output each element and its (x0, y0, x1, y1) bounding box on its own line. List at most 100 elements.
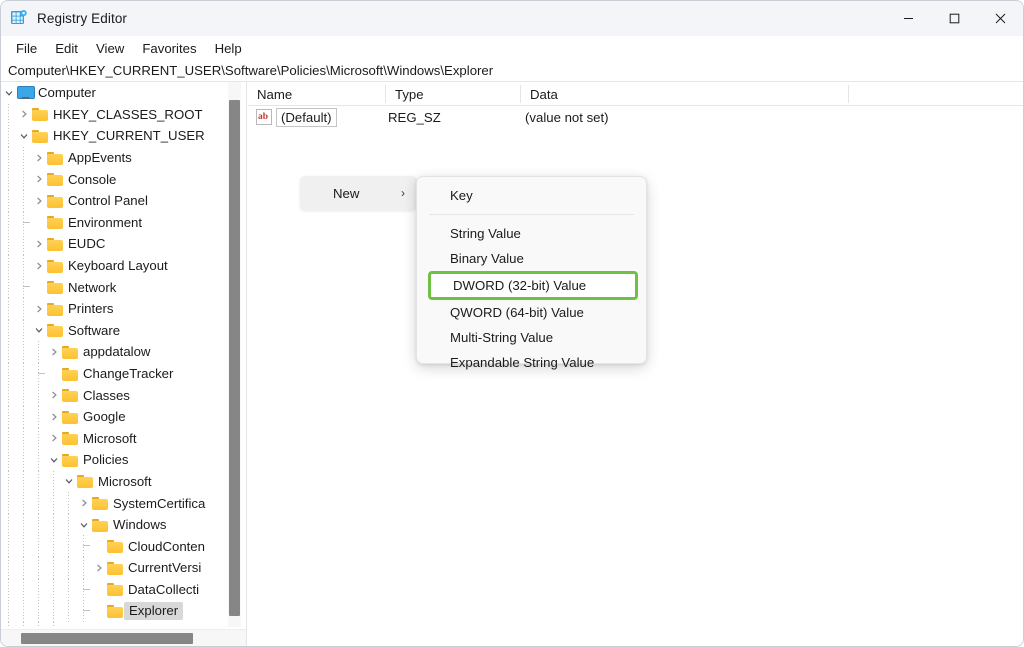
tree-item-network[interactable]: Network (1, 276, 229, 298)
column-header-type[interactable]: Type (386, 82, 424, 106)
tree-indent-guide (1, 147, 16, 169)
tree-horizontal-scroll-thumb[interactable] (21, 633, 193, 644)
menu-item-key[interactable]: Key (417, 183, 646, 208)
chevron-right-icon[interactable] (31, 301, 46, 316)
tree-item-windows[interactable]: Windows (1, 514, 229, 536)
folder-icon (62, 410, 79, 424)
chevron-right-icon[interactable] (31, 150, 46, 165)
menu-item-string-value[interactable]: String Value (417, 221, 646, 246)
tree-item-software[interactable]: Software (1, 320, 229, 342)
tree-indent-guide (61, 600, 76, 622)
chevron-right-icon[interactable] (31, 172, 46, 187)
tree-item-label: Console (64, 172, 116, 187)
window-title: Registry Editor (37, 11, 127, 26)
folder-icon (77, 626, 94, 627)
folder-icon (47, 259, 64, 273)
tree-item-label: CurrentVersi (124, 560, 201, 575)
menu-view[interactable]: View (87, 38, 133, 59)
chevron-down-icon[interactable] (61, 474, 76, 489)
tree-item-explorer[interactable]: Explorer (1, 600, 229, 622)
tree-indent-guide (61, 535, 76, 557)
folder-icon (32, 129, 49, 143)
tree-item-classes[interactable]: Classes (1, 384, 229, 406)
tree-vertical-scrollbar[interactable] (228, 82, 241, 627)
folder-icon (47, 172, 64, 186)
tree-indent-guide (31, 471, 46, 493)
tree-item-cloudconten[interactable]: CloudConten (1, 535, 229, 557)
tree-vertical-scroll-thumb[interactable] (229, 100, 240, 616)
new-value-submenu: Key String ValueBinary ValueDWORD (32-bit… (416, 176, 647, 364)
minimize-button[interactable] (885, 1, 931, 36)
tree-item-keyboard-layout[interactable]: Keyboard Layout (1, 255, 229, 277)
chevron-right-icon[interactable] (31, 236, 46, 251)
chevron-down-icon[interactable] (16, 128, 31, 143)
column-divider[interactable] (520, 85, 521, 103)
chevron-right-icon[interactable] (91, 560, 106, 575)
tree-item-environment[interactable]: Environment (1, 212, 229, 234)
tree-indent-guide (31, 600, 46, 622)
address-bar[interactable]: Computer\HKEY_CURRENT_USER\Software\Poli… (1, 60, 1023, 82)
menu-help[interactable]: Help (206, 38, 251, 59)
chevron-down-icon[interactable] (76, 517, 91, 532)
tree-item-eudc[interactable]: EUDC (1, 233, 229, 255)
chevron-right-icon[interactable] (16, 107, 31, 122)
menu-edit[interactable]: Edit (46, 38, 87, 59)
tree-indent-guide (16, 622, 31, 627)
menu-item-expandable-string-value[interactable]: Expandable String Value (417, 350, 646, 375)
column-header-data[interactable]: Data (521, 82, 558, 106)
tree-item-console[interactable]: Console (1, 168, 229, 190)
column-header-name[interactable]: Name (248, 82, 292, 106)
tree-horizontal-scrollbar[interactable] (1, 629, 247, 646)
context-menu-new-item[interactable]: New › (300, 176, 417, 210)
tree-item-hkey-current-user[interactable]: HKEY_CURRENT_USER (1, 125, 229, 147)
context-menu-new-label: New (333, 186, 359, 201)
tree-item-power[interactable]: Power (1, 622, 229, 627)
chevron-right-icon[interactable] (61, 625, 76, 627)
chevron-right-icon[interactable] (46, 431, 61, 446)
tree-item-appevents[interactable]: AppEvents (1, 147, 229, 169)
column-divider[interactable] (385, 85, 386, 103)
menu-file[interactable]: File (7, 38, 46, 59)
tree-item-google[interactable]: Google (1, 406, 229, 428)
chevron-down-icon[interactable] (31, 323, 46, 338)
chevron-right-icon[interactable] (31, 193, 46, 208)
menu-item-dword-32-bit-value[interactable]: DWORD (32-bit) Value (428, 271, 638, 300)
chevron-right-icon[interactable] (46, 388, 61, 403)
folder-icon (47, 323, 64, 337)
tree-item-currentversi[interactable]: CurrentVersi (1, 557, 229, 579)
chevron-right-icon[interactable] (76, 496, 91, 511)
chevron-down-icon[interactable] (46, 452, 61, 467)
tree-indent-guide (61, 579, 76, 601)
maximize-button[interactable] (931, 1, 977, 36)
chevron-right-icon[interactable] (46, 409, 61, 424)
tree-indent-guide (1, 471, 16, 493)
menu-favorites[interactable]: Favorites (133, 38, 205, 59)
tree-indent-guide (16, 579, 31, 601)
table-row[interactable]: ab (Default) REG_SZ (value not set) (248, 106, 1023, 128)
chevron-down-icon[interactable] (1, 85, 16, 100)
folder-icon (107, 561, 124, 575)
tree-item-computer[interactable]: Computer (1, 82, 229, 104)
column-divider[interactable] (848, 85, 849, 103)
tree-item-label: DataCollecti (124, 582, 199, 597)
tree-item-datacollecti[interactable]: DataCollecti (1, 579, 229, 601)
tree-item-control-panel[interactable]: Control Panel (1, 190, 229, 212)
tree-indent-guide (1, 298, 16, 320)
tree-item-microsoft[interactable]: Microsoft (1, 428, 229, 450)
tree-item-printers[interactable]: Printers (1, 298, 229, 320)
close-button[interactable] (977, 1, 1023, 36)
chevron-right-icon[interactable] (46, 344, 61, 359)
menu-item-binary-value[interactable]: Binary Value (417, 246, 646, 271)
menu-item-qword-64-bit-value[interactable]: QWORD (64-bit) Value (417, 300, 646, 325)
tree-item-microsoft[interactable]: Microsoft (1, 471, 229, 493)
tree-item-appdatalow[interactable]: appdatalow (1, 341, 229, 363)
tree-item-hkey-classes-root[interactable]: HKEY_CLASSES_ROOT (1, 104, 229, 126)
tree-indent-guide (16, 600, 31, 622)
chevron-right-icon[interactable] (31, 258, 46, 273)
tree-indent-guide (46, 471, 61, 493)
tree-item-changetracker[interactable]: ChangeTracker (1, 363, 229, 385)
tree-item-policies[interactable]: Policies (1, 449, 229, 471)
tree-indent-guide (16, 147, 31, 169)
menu-item-multi-string-value[interactable]: Multi-String Value (417, 325, 646, 350)
tree-item-systemcertifica[interactable]: SystemCertifica (1, 492, 229, 514)
